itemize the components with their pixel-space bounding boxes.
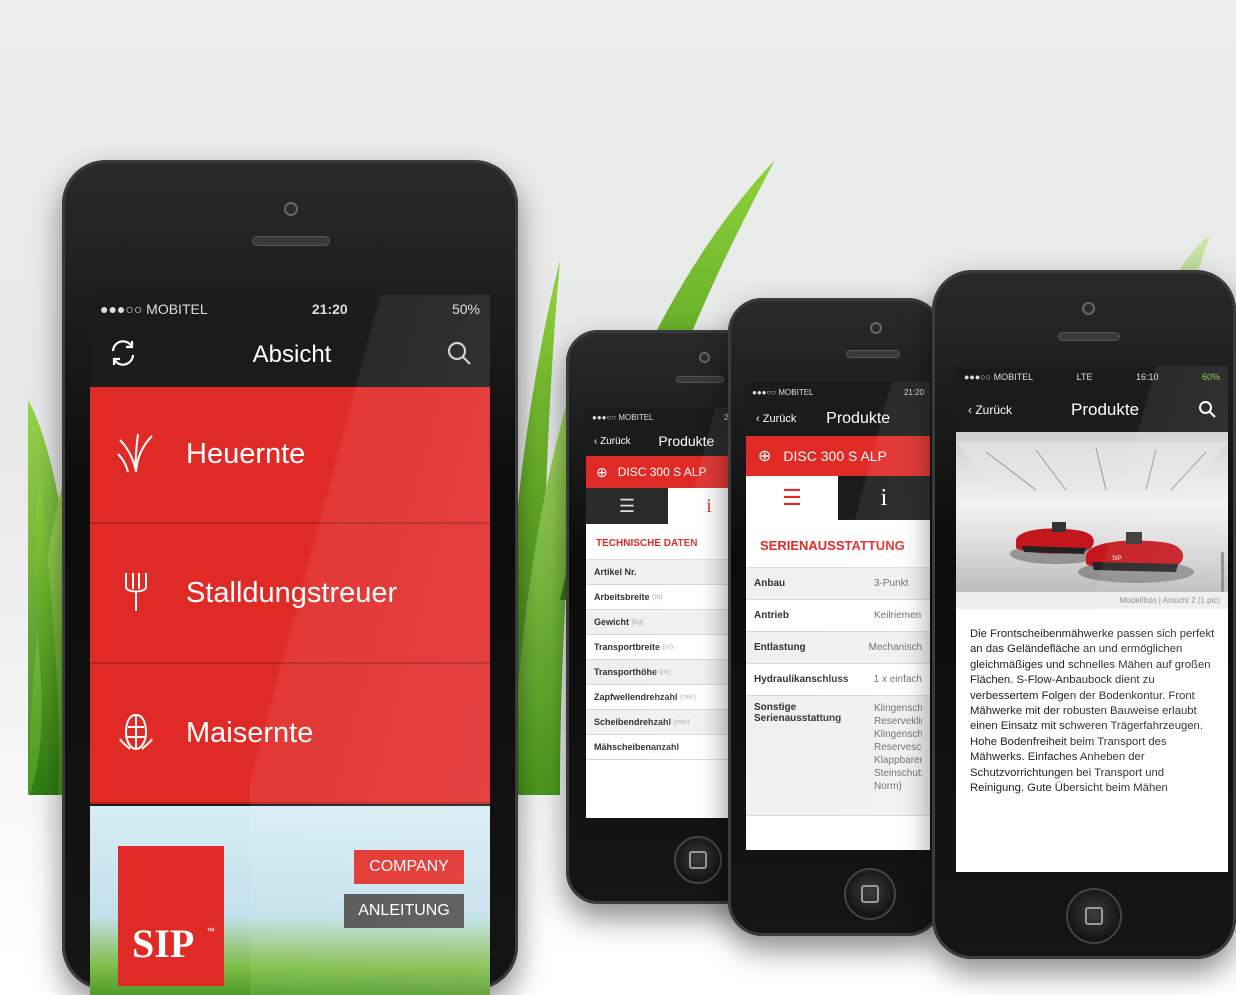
battery-label: 50%	[451, 301, 480, 317]
status-bar: ●●●○○ MOBITEL LTE 16:10 60%	[956, 366, 1228, 388]
section-title: TECHNISCHE DATEN	[586, 524, 750, 560]
home-button[interactable]	[1066, 888, 1122, 944]
home-button[interactable]	[844, 868, 896, 920]
tab-list[interactable]: ☰	[746, 476, 838, 520]
table-row: Artikel Nr.	[586, 560, 750, 585]
tab-info[interactable]: i	[838, 476, 930, 520]
info-icon: i	[880, 484, 888, 511]
status-bar: ●●●○○ MOBITEL 21:20	[746, 382, 930, 402]
equipment-list: Anbau 3-Punkt Antrieb Keilriemen Entlast…	[746, 568, 930, 816]
banner: SIP ™ COMPANY ANLEITUNG	[90, 806, 490, 995]
back-button[interactable]: ‹ Zurück	[756, 413, 796, 425]
back-button[interactable]: ‹ Zurück	[594, 436, 631, 447]
main-phone: ●●●○○ MOBITEL 21:20 50% Absicht Heuernte…	[62, 160, 518, 995]
page-title: Produkte	[658, 433, 715, 449]
page-title: Produkte	[1070, 400, 1140, 419]
product-bar: ⊕ DISC 300 S ALP	[746, 436, 930, 476]
tab-list[interactable]: ☰	[586, 488, 668, 524]
status-bar: ●●●○○ MOBITEL 21:20 50%	[90, 295, 490, 323]
sip-logo: SIP ™	[118, 846, 224, 986]
product-bar: ⊕ DISC 300 S ALP	[586, 456, 750, 488]
product-name: DISC 300 S ALP	[617, 465, 707, 479]
anleitung-button[interactable]: ANLEITUNG	[344, 894, 464, 928]
status-bar: ●●●○○ MOBITEL 21:01	[586, 408, 750, 426]
time-label: 21:20	[903, 387, 924, 397]
company-button[interactable]: COMPANY	[354, 850, 464, 884]
main-screen: ●●●○○ MOBITEL 21:20 50% Absicht Heuernte…	[90, 295, 490, 995]
menu-item-heuernte[interactable]: Heuernte	[90, 387, 490, 524]
svg-text:SIP: SIP	[1112, 556, 1122, 562]
speaker-grille	[676, 376, 724, 383]
table-row: Hydraulikanschluss 1 x einfach	[746, 664, 930, 696]
scrollbar[interactable]	[1221, 552, 1224, 592]
plus-circle-icon[interactable]: ⊕	[758, 446, 771, 466]
product-description: Die Frontscheibenmähwerke passen sich pe…	[970, 628, 1215, 795]
tab-bar: ☰ i	[746, 476, 930, 520]
speaker-grille	[1058, 332, 1120, 341]
corn-icon	[90, 709, 186, 758]
table-row: Transportbreite (m)	[586, 635, 750, 660]
image-caption: Modellfoto | Ansicht 2 (1 pic)	[956, 592, 1228, 609]
refresh-icon[interactable]	[108, 338, 138, 373]
product-name: DISC 300 S ALP	[783, 448, 887, 464]
nav-bar: Absicht	[90, 323, 490, 387]
menu-item-stalldungstreuer[interactable]: Stalldungstreuer	[90, 524, 490, 664]
network-label: LTE	[1076, 372, 1093, 382]
time-label: 21:20	[311, 301, 348, 317]
phone-equipment: ●●●○○ MOBITEL 21:20 ‹ Zurück Produkte ⊕ …	[728, 298, 942, 936]
time-label: 16:10	[1135, 372, 1159, 382]
spec-list: Artikel Nr. Arbeitsbreite (m) Gewicht (k…	[586, 560, 750, 760]
mower-illustration: SIP	[956, 442, 1228, 583]
equipment-screen: ●●●○○ MOBITEL 21:20 ‹ Zurück Produkte ⊕ …	[746, 382, 930, 850]
page-title: Produkte	[826, 410, 891, 427]
specs-screen: ●●●○○ MOBITEL 21:01 ‹ Zurück Produkte ⊕ …	[586, 408, 750, 818]
table-row: Sonstige Serienausstattung Klingenschnel…	[746, 696, 930, 816]
table-row: Transporthöhe (m)	[586, 660, 750, 685]
info-icon: i	[706, 494, 712, 517]
search-icon[interactable]	[446, 340, 472, 371]
battery-label: 60%	[1201, 372, 1220, 382]
plus-circle-icon[interactable]: ⊕	[596, 464, 608, 481]
detail-screen: ●●●○○ MOBITEL LTE 16:10 60% ‹ Zurück Pro…	[956, 366, 1228, 872]
back-button[interactable]: ‹ Zurück	[968, 403, 1012, 417]
nav-bar: ‹ Zurück Produkte	[956, 388, 1228, 432]
carrier-label: ●●●○○ MOBITEL	[964, 372, 1034, 382]
tab-bar: ☰ i	[586, 488, 750, 524]
table-row: Mähscheibenanzahl	[586, 735, 750, 760]
menu-label: Stalldungstreuer	[186, 576, 398, 609]
list-icon: ☰	[782, 485, 802, 510]
table-row: Entlastung Mechanisch	[746, 632, 930, 664]
table-row: Antrieb Keilriemen	[746, 600, 930, 632]
camera-icon	[284, 202, 298, 216]
nav-bar: ‹ Zurück Produkte	[746, 402, 930, 436]
speaker-grille	[846, 350, 900, 358]
menu-label: Heuernte	[186, 438, 306, 470]
fork-icon	[90, 569, 186, 618]
product-image[interactable]: SIP	[956, 432, 1228, 592]
carrier-label: ●●●○○ MOBITEL	[100, 301, 208, 317]
search-icon[interactable]	[1198, 400, 1216, 421]
list-icon: ☰	[618, 495, 636, 516]
table-row: Zapfwellendrehzahl (min)	[586, 685, 750, 710]
carrier-label: ●●●○○ MOBITEL	[752, 387, 814, 397]
phone-detail: ●●●○○ MOBITEL LTE 16:10 60% ‹ Zurück Pro…	[932, 270, 1236, 959]
page-title: Absicht	[252, 341, 332, 368]
table-row: Anbau 3-Punkt	[746, 568, 930, 600]
menu-item-maisernte[interactable]: Maisernte	[90, 664, 490, 804]
table-row: Scheibendrehzahl (min)	[586, 710, 750, 735]
camera-icon	[870, 322, 882, 334]
camera-icon	[1082, 302, 1095, 315]
menu-label: Maisernte	[186, 716, 314, 749]
camera-icon	[699, 352, 710, 363]
section-title: SERIENAUSSTATTUNG	[746, 520, 930, 568]
table-row: Gewicht (kg)	[586, 610, 750, 635]
grass-icon	[90, 430, 186, 479]
nav-bar: ‹ Zurück Produkte	[586, 426, 750, 456]
carrier-label: ●●●○○ MOBITEL	[592, 412, 654, 422]
home-button[interactable]	[674, 836, 722, 884]
table-row: Arbeitsbreite (m)	[586, 585, 750, 610]
speaker-grille	[252, 236, 330, 246]
